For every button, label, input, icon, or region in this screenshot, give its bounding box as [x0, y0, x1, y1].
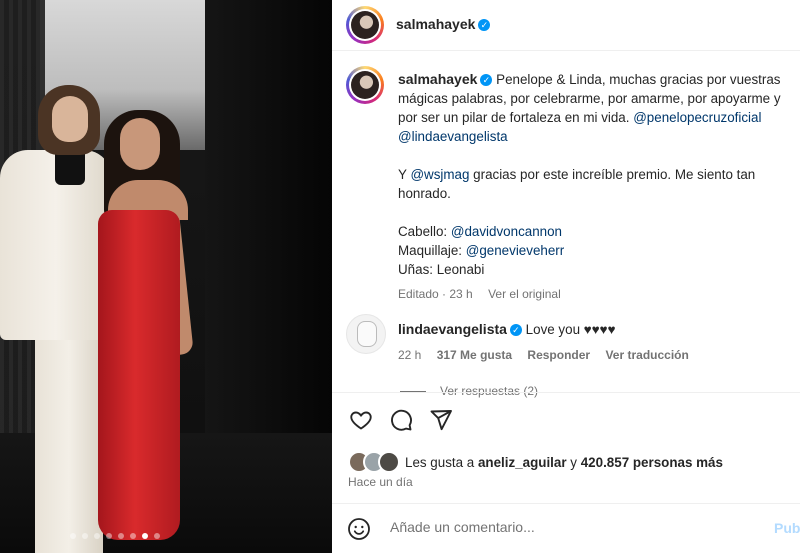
- reply-button[interactable]: Responder: [527, 348, 590, 362]
- post-header: salmahayek ✓: [332, 0, 800, 51]
- share-icon[interactable]: [428, 407, 454, 433]
- caption-line: honrado.: [398, 186, 451, 201]
- carousel-dot[interactable]: [106, 533, 112, 539]
- publish-button[interactable]: Pub: [774, 520, 800, 536]
- person-white-suit-legs: [35, 330, 103, 553]
- comment-likes[interactable]: 317 Me gusta: [437, 348, 512, 362]
- mention-link[interactable]: @penelopecruzoficial: [633, 110, 761, 125]
- post-side-panel: salmahayek ✓ salmahayek ✓ Penelope & Linda…: [332, 0, 800, 553]
- likers-avatars: [348, 451, 400, 473]
- carousel-indicator: [70, 533, 160, 539]
- credit-label: Maquillaje:: [398, 243, 463, 258]
- add-comment-bar: Pub: [332, 503, 800, 554]
- author-username[interactable]: salmahayek: [396, 16, 475, 32]
- caption-avatar[interactable]: [346, 66, 384, 104]
- carousel-dot[interactable]: [82, 533, 88, 539]
- person-red-dress: [98, 210, 180, 540]
- mention-link[interactable]: @lindaevangelista: [398, 129, 508, 144]
- person-red-dress-face: [120, 118, 160, 170]
- carousel-dot[interactable]: [70, 533, 76, 539]
- verified-icon: ✓: [480, 74, 493, 87]
- comment-time: 22 h: [398, 348, 422, 362]
- caption-line: por ser un pilar de fortaleza en mi vida…: [398, 110, 630, 125]
- edited-timestamp: Editado · 23 h: [398, 287, 473, 301]
- author-avatar[interactable]: [346, 6, 384, 44]
- person-white-suit-face: [52, 96, 88, 142]
- comment-text: Love you ♥♥♥♥: [525, 322, 616, 337]
- verified-icon: ✓: [478, 18, 491, 31]
- emoji-icon[interactable]: [346, 516, 372, 542]
- liker-username[interactable]: aneliz_aguilar: [478, 455, 567, 470]
- likes-summary[interactable]: Les gusta a aneliz_aguilar y 420.857 per…: [348, 451, 723, 473]
- caption-line: Penelope & Linda, muchas gracias por vue…: [496, 72, 781, 87]
- credit-label: Cabello:: [398, 224, 448, 239]
- post-photo[interactable]: [0, 0, 332, 553]
- carousel-dot[interactable]: [154, 533, 160, 539]
- caption-username[interactable]: salmahayek: [398, 71, 477, 87]
- carousel-dot[interactable]: [142, 533, 148, 539]
- comment-input[interactable]: [388, 518, 752, 536]
- verified-icon: ✓: [509, 324, 522, 337]
- mention-link[interactable]: @genevieveherr: [466, 243, 564, 258]
- carousel-dot[interactable]: [94, 533, 100, 539]
- commenter-avatar[interactable]: [346, 314, 386, 354]
- likes-joiner: y: [570, 454, 577, 470]
- post-timestamp: Hace un día: [348, 475, 413, 489]
- translate-button[interactable]: Ver traducción: [605, 348, 688, 362]
- caption-text: gracias por este increíble premio. Me si…: [473, 167, 756, 182]
- post-modal: salmahayek ✓ salmahayek ✓ Penelope & Linda…: [0, 0, 800, 553]
- mention-link[interactable]: @davidvoncannon: [451, 224, 562, 239]
- heart-icon[interactable]: [348, 407, 374, 433]
- post-actions: Les gusta a aneliz_aguilar y 420.857 per…: [332, 392, 800, 553]
- caption-text: Y: [398, 167, 407, 182]
- carousel-dot[interactable]: [118, 533, 124, 539]
- mention-link[interactable]: @wsjmag: [410, 167, 469, 182]
- credit-line: Uñas: Leonabi: [398, 262, 485, 277]
- likes-prefix: Les gusta a: [405, 454, 475, 470]
- caption-line: mágicas palabras, por celebrarme, por am…: [398, 91, 781, 106]
- see-original-link[interactable]: Ver el original: [488, 287, 561, 301]
- comment-icon[interactable]: [388, 407, 414, 433]
- commenter-username[interactable]: lindaevangelista: [398, 321, 507, 337]
- caption-text: salmahayek ✓ Penelope & Linda, muchas gra…: [398, 70, 800, 304]
- likes-count[interactable]: 420.857 personas más: [581, 455, 723, 470]
- carousel-dot[interactable]: [130, 533, 136, 539]
